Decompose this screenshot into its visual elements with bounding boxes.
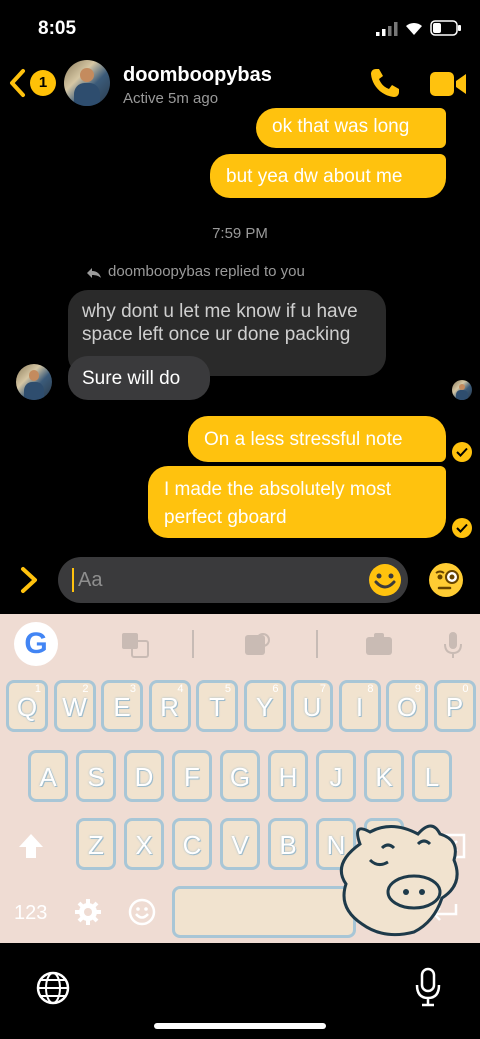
key-u[interactable]: 7U (291, 680, 333, 732)
signal-icon (376, 22, 398, 36)
key-hint: 0 (462, 683, 469, 695)
key-d[interactable]: D (124, 750, 164, 802)
key-y[interactable]: 6Y (243, 680, 286, 732)
key-c[interactable]: C (172, 818, 212, 870)
check-icon (452, 442, 472, 462)
key-e[interactable]: 3E (101, 680, 143, 732)
key-label: I (355, 692, 364, 722)
message-input[interactable]: Aa (58, 557, 408, 603)
key-hint: 5 (224, 683, 231, 695)
google-icon[interactable]: G (14, 622, 58, 666)
expand-icon[interactable] (18, 566, 40, 594)
keyboard: G 1Q2W3E4R5T6Y7U8I9O0P ASDFGHJKL ZXCVBNM… (0, 614, 480, 943)
key-f[interactable]: F (172, 750, 212, 802)
key-l[interactable]: L (412, 750, 452, 802)
globe-icon[interactable] (36, 971, 70, 1005)
key-label: Y (255, 692, 274, 722)
key-label: R (160, 692, 179, 722)
unread-badge: 1 (30, 70, 56, 96)
key-label: Q (16, 692, 38, 722)
battery-icon (430, 20, 461, 36)
check-icon (452, 518, 472, 538)
key-p[interactable]: 0P (433, 680, 476, 732)
sender-avatar[interactable] (16, 364, 52, 400)
key-hint: 9 (414, 683, 421, 695)
home-indicator[interactable] (154, 1023, 326, 1029)
settings-icon[interactable] (74, 898, 102, 926)
message-incoming[interactable]: Sure will do (68, 356, 210, 400)
toolbar-divider (316, 630, 318, 658)
message-outgoing[interactable]: but yea dw about me (210, 154, 446, 198)
message-outgoing[interactable]: ok that was long (256, 108, 446, 148)
key-hint: 3 (129, 683, 136, 695)
key-label: E (113, 692, 131, 722)
key-g[interactable]: G (220, 750, 260, 802)
key-label: W (62, 692, 87, 722)
monocle-emoji-icon[interactable] (428, 562, 464, 598)
gif-icon[interactable] (364, 630, 394, 660)
key-hint: 4 (177, 683, 184, 695)
reply-indicator: doomboopybas replied to you (86, 263, 305, 280)
read-receipt-avatar (452, 380, 472, 400)
key-t[interactable]: 5T (196, 680, 238, 732)
chevron-left-icon (10, 69, 25, 97)
toolbar-divider (192, 630, 194, 658)
key-hint: 1 (34, 683, 41, 695)
key-hint: 2 (82, 683, 89, 695)
key-a[interactable]: A (28, 750, 68, 802)
active-status: Active 5m ago (123, 90, 219, 107)
key-w[interactable]: 2W (53, 680, 96, 732)
key-x[interactable]: X (124, 818, 164, 870)
key-hint: 8 (367, 683, 374, 695)
key-z[interactable]: Z (76, 818, 116, 870)
key-label: U (302, 692, 322, 722)
key-o[interactable]: 9O (386, 680, 428, 732)
key-label: O (396, 692, 418, 722)
key-b[interactable]: B (268, 818, 308, 870)
key-label: T (209, 692, 225, 722)
key-v[interactable]: V (220, 818, 260, 870)
shift-icon[interactable] (16, 832, 46, 860)
status-time: 8:05 (38, 18, 77, 39)
text-cursor (72, 568, 74, 592)
key-j[interactable]: J (316, 750, 356, 802)
key-h[interactable]: H (268, 750, 308, 802)
key-k[interactable]: K (364, 750, 404, 802)
key-label: P (445, 692, 464, 722)
key-s[interactable]: S (76, 750, 116, 802)
cow-theme-art (339, 824, 459, 937)
input-placeholder: Aa (78, 569, 103, 591)
emoji-icon[interactable] (128, 898, 156, 926)
message-outgoing[interactable]: I made the absolutely most perfect gboar… (148, 466, 446, 538)
numbers-key[interactable]: 123 (14, 902, 47, 925)
system-bottom-bar (0, 943, 480, 1039)
reply-label: doomboopybas replied to you (108, 263, 305, 280)
status-bar: 8:05 (0, 0, 480, 52)
back-button[interactable]: 1 (8, 66, 58, 100)
mic-icon[interactable] (438, 630, 468, 660)
contact-name[interactable]: doomboopybas (123, 64, 272, 87)
phone-icon[interactable] (368, 66, 402, 100)
key-i[interactable]: 8I (338, 680, 381, 732)
translate-icon[interactable] (120, 630, 150, 660)
smile-icon[interactable] (368, 563, 402, 597)
key-q[interactable]: 1Q (6, 680, 48, 732)
message-outgoing[interactable]: On a less stressful note (188, 416, 446, 462)
reply-icon (86, 266, 104, 279)
key-hint: 6 (272, 683, 279, 695)
key-hint: 7 (319, 683, 326, 695)
sticker-icon[interactable] (242, 630, 272, 660)
timestamp: 7:59 PM (212, 225, 268, 242)
wifi-icon (406, 22, 422, 35)
avatar[interactable] (64, 60, 110, 106)
dictation-mic-icon[interactable] (414, 967, 442, 1007)
chat-header: 1 doomboopybas Active 5m ago (0, 52, 480, 114)
key-r[interactable]: 4R (148, 680, 191, 732)
video-icon[interactable] (428, 70, 468, 98)
